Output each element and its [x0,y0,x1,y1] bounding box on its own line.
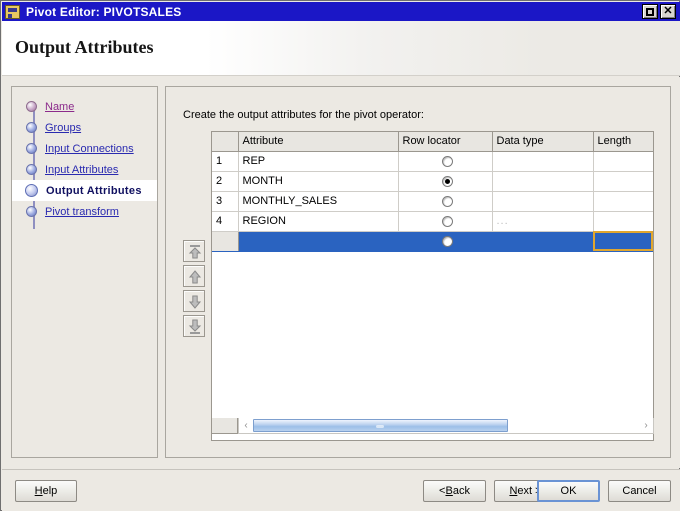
title-bar: Pivot Editor: PIVOTSALES ✕ [2,2,680,21]
move-to-top-button[interactable] [183,240,205,262]
row-number-cell[interactable]: 1 [212,151,239,172]
table-header-row: Attribute Row locator Data type Length [212,132,653,152]
column-header-length[interactable]: Length [593,132,653,152]
length-cell[interactable] [593,191,653,212]
scroll-left-arrow-icon[interactable]: ‹ [239,419,253,433]
ok-button[interactable]: OK [537,480,600,502]
table-row[interactable]: 1 REP [212,151,653,172]
help-button[interactable]: Help [15,480,77,502]
data-type-cell[interactable] [492,151,594,172]
table-body: 1 REP 2 MONTH 3 MONTHLY_SALES 4 REGION... [212,151,653,252]
row-locator-cell[interactable] [398,191,493,212]
wizard-step-sidebar: Name Groups Input Connections Input Attribu… [11,86,158,458]
step-bullet-icon [26,206,37,217]
data-type-cell[interactable] [492,171,594,192]
length-cell[interactable] [593,151,653,172]
sidebar-item-label: Groups [45,121,82,134]
attribute-cell[interactable]: REGION [238,211,399,232]
attribute-cell[interactable]: REP [238,151,399,172]
scroll-right-arrow-icon[interactable]: › [639,419,653,433]
data-type-cell[interactable]: ... [492,211,594,232]
step-list: Name Groups Input Connections Input Attribu… [12,96,157,222]
reorder-button-bar [183,240,207,340]
row-locator-radio[interactable] [441,155,453,167]
row-number-cell[interactable]: 2 [212,171,239,192]
sidebar-item-input-attributes[interactable]: Input Attributes [12,159,157,180]
step-bullet-icon [26,164,37,175]
row-locator-radio[interactable] [441,175,453,187]
cancel-button[interactable]: Cancel [608,480,671,502]
row-locator-cell[interactable] [398,171,493,192]
page-header: Output Attributes [2,21,680,76]
scrollbar-corner [211,418,238,434]
sidebar-item-input-connections[interactable]: Input Connections [12,138,157,159]
attribute-cell[interactable]: MONTHLY_SALES [238,191,399,212]
table-row[interactable]: 2 MONTH [212,171,653,192]
back-button[interactable]: < Back [423,480,486,502]
page-title: Output Attributes [15,37,154,57]
scrollbar-thumb[interactable] [253,419,508,432]
content-panel: Create the output attributes for the piv… [165,86,671,458]
row-locator-cell[interactable] [398,151,493,172]
sidebar-item-label: Pivot transform [45,205,119,218]
sidebar-item-label: Output Attributes [46,184,142,197]
output-attributes-table: Attribute Row locator Data type Length 1… [212,132,653,252]
dialog-footer: Help < Back Next > OK Cancel [2,469,680,511]
move-down-button[interactable] [183,290,205,312]
row-locator-cell[interactable] [398,231,493,252]
column-header-row-locator[interactable]: Row locator [398,132,493,152]
length-cell[interactable] [593,171,653,192]
window-frame: Pivot Editor: PIVOTSALES ✕ Output Attrib… [0,0,680,511]
step-bullet-icon [25,184,38,197]
window-title: Pivot Editor: PIVOTSALES [26,4,182,19]
step-bullet-icon [26,101,37,112]
table-row[interactable]: 3 MONTHLY_SALES [212,191,653,212]
attribute-cell[interactable]: MONTH [238,171,399,192]
maximize-button[interactable] [642,4,658,19]
attribute-cell[interactable] [238,231,399,252]
table-horizontal-scrollbar[interactable]: ‹ › [211,418,654,434]
row-locator-radio[interactable] [441,235,453,247]
column-header-attribute[interactable]: Attribute [238,132,399,152]
maximize-icon [643,5,657,18]
move-to-bottom-button[interactable] [183,315,205,337]
ellipsis-icon: ... [496,215,509,227]
table-row[interactable] [212,231,653,252]
row-number-cell[interactable]: 3 [212,191,239,212]
app-icon [5,4,20,19]
length-cell[interactable] [593,211,653,232]
row-number-cell[interactable] [212,231,239,252]
length-cell[interactable] [593,231,653,252]
sidebar-item-groups[interactable]: Groups [12,117,157,138]
pivot-editor-window: Pivot Editor: PIVOTSALES ✕ Output Attrib… [0,0,680,511]
data-type-cell[interactable] [492,231,594,252]
step-bullet-icon [26,143,37,154]
window-controls: ✕ [642,4,676,19]
sidebar-item-label: Input Attributes [45,163,119,176]
data-type-cell[interactable] [492,191,594,212]
close-button[interactable]: ✕ [660,4,676,19]
move-up-button[interactable] [183,265,205,287]
sidebar-item-pivot-transform[interactable]: Pivot transform [12,201,157,222]
row-number-cell[interactable]: 4 [212,211,239,232]
sidebar-item-label: Name [45,100,75,113]
scrollbar-lane[interactable] [253,419,639,432]
body-area: Name Groups Input Connections Input Attribu… [2,77,680,468]
table-head: Attribute Row locator Data type Length [212,132,653,152]
sidebar-item-output-attributes[interactable]: Output Attributes [12,180,157,201]
close-icon: ✕ [663,5,673,17]
row-locator-radio[interactable] [441,195,453,207]
sidebar-item-name[interactable]: Name [12,96,157,117]
row-locator-cell[interactable] [398,211,493,232]
column-header-data-type[interactable]: Data type [492,132,594,152]
output-attributes-table-container: Attribute Row locator Data type Length 1… [211,131,654,441]
column-header-rownum[interactable] [212,132,239,152]
instruction-text: Create the output attributes for the piv… [183,109,424,121]
row-locator-radio[interactable] [441,215,453,227]
step-bullet-icon [26,122,37,133]
sidebar-item-label: Input Connections [45,142,134,155]
table-row[interactable]: 4 REGION... [212,211,653,232]
scrollbar-track[interactable]: ‹ › [238,418,654,434]
